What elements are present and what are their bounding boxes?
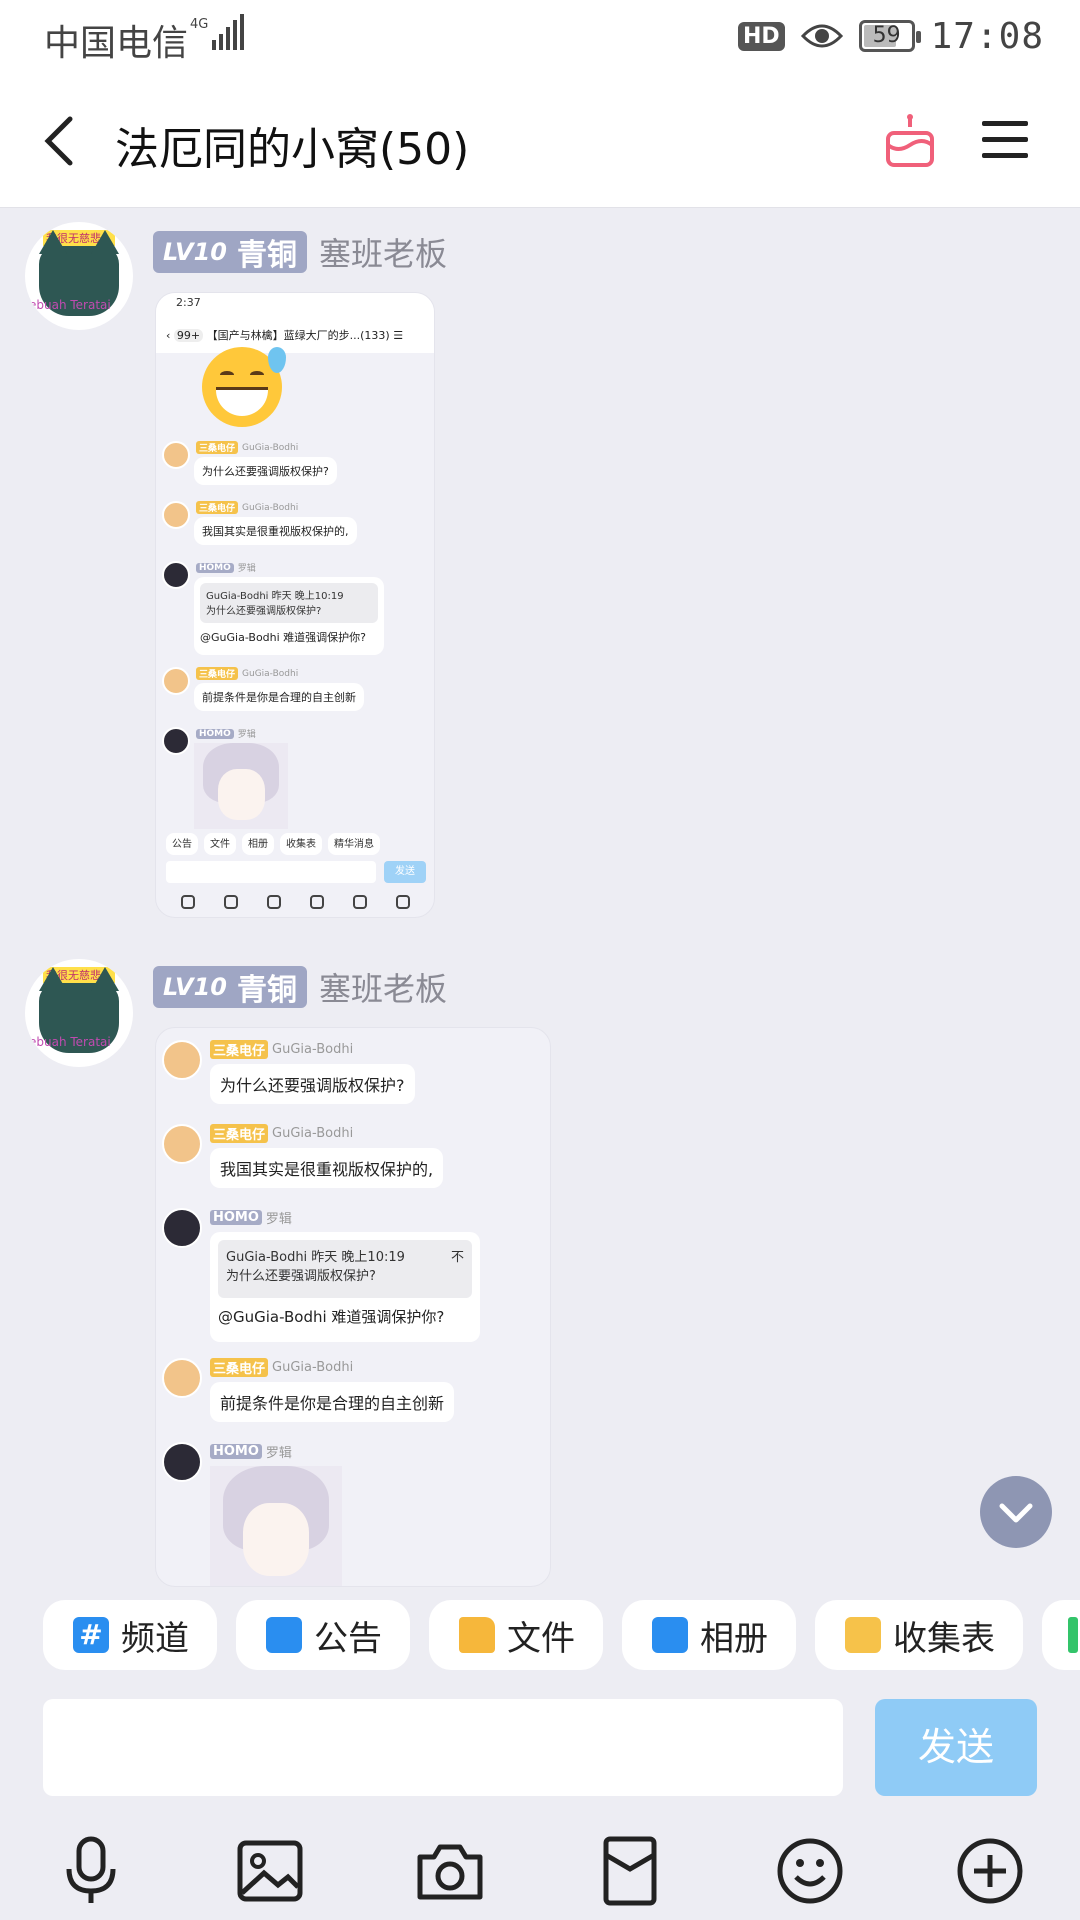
scroll-to-bottom-button[interactable]: [980, 1476, 1052, 1548]
clipboard-icon: [845, 1617, 881, 1653]
screenshot-image[interactable]: 三桑电仔 GuGia-Bodhi 为什么还要强调版权保护? 三桑电仔 GuGia-B…: [155, 1027, 551, 1587]
plus-icon[interactable]: [952, 1833, 1028, 1909]
send-button[interactable]: 发送: [875, 1699, 1037, 1796]
announcement-icon: [266, 1617, 302, 1653]
status-bar: 中国电信 4G HD 59 17:08: [0, 0, 1080, 75]
menu-icon[interactable]: [980, 117, 1030, 163]
hd-icon: HD: [737, 21, 785, 51]
camera-icon[interactable]: [412, 1833, 488, 1909]
input-actions: [0, 1833, 1080, 1909]
avatar[interactable]: 我很无慈悲！ ebuah Teratai: [25, 959, 133, 1067]
back-icon[interactable]: [36, 111, 86, 171]
image-icon[interactable]: [232, 1833, 308, 1909]
level-badge: LV10 青铜: [153, 966, 307, 1008]
sender-name[interactable]: 塞班老板: [319, 964, 447, 1010]
sender-name[interactable]: 塞班老板: [319, 229, 447, 275]
message-input[interactable]: [43, 1699, 843, 1796]
quick-chips: # 频道 公告 文件 相册 收集表: [43, 1600, 1080, 1670]
chip-announcement[interactable]: 公告: [236, 1600, 410, 1670]
emoji-icon[interactable]: [772, 1833, 848, 1909]
signal-icon: 4G: [190, 14, 244, 50]
clock: 17:08: [930, 15, 1044, 57]
partial-icon: [1068, 1617, 1078, 1653]
sender-info: LV10 青铜 塞班老板: [153, 965, 447, 1009]
svg-text:4G: 4G: [190, 17, 208, 32]
sender-info: LV10 青铜 塞班老板: [153, 230, 447, 274]
chip-files[interactable]: 文件: [429, 1600, 603, 1670]
mic-icon[interactable]: [53, 1833, 129, 1909]
chat-header: 法厄同的小窝(50): [0, 75, 1080, 208]
chevron-down-icon: [999, 1503, 1033, 1523]
carrier-label: 中国电信: [44, 23, 189, 64]
battery-icon: 59: [858, 20, 921, 52]
red-packet-icon[interactable]: [592, 1833, 668, 1909]
chip-more[interactable]: [1042, 1600, 1080, 1670]
hash-icon: #: [73, 1617, 109, 1653]
cake-icon[interactable]: [880, 111, 940, 171]
input-toolbar: # 频道 公告 文件 相册 收集表 发送: [0, 1588, 1080, 1920]
avatar[interactable]: 我很无慈悲！ ebuah Teratai: [25, 222, 133, 330]
eye-icon: [800, 24, 843, 48]
group-title[interactable]: 法厄同的小窝(50): [115, 113, 469, 177]
folder-icon: [459, 1617, 495, 1653]
chip-form[interactable]: 收集表: [815, 1600, 1023, 1670]
screenshot-image[interactable]: 2:37 ‹ 99+ 【国产与林檎】蓝绿大厂的步...(133) ☰ 三桑电仔 G…: [155, 292, 435, 918]
level-badge: LV10 青铜: [153, 231, 307, 273]
chip-channel[interactable]: # 频道: [43, 1600, 217, 1670]
chip-album[interactable]: 相册: [622, 1600, 796, 1670]
album-icon: [652, 1617, 688, 1653]
sweat-smile-emoji: [202, 347, 286, 427]
